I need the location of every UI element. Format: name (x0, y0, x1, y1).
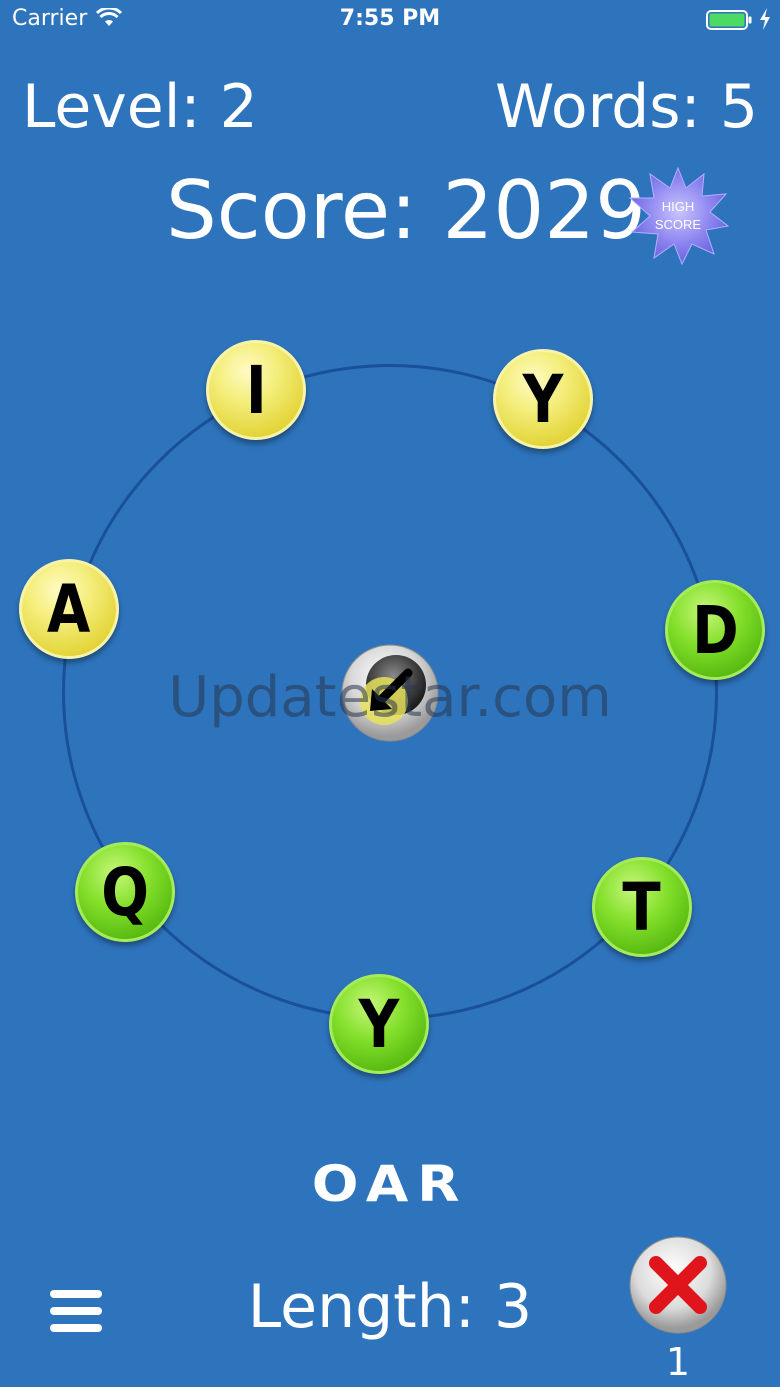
words-count: Words: 5 (495, 72, 758, 142)
tile-letter: A (47, 570, 91, 648)
letter-tile[interactable]: T (592, 857, 692, 957)
high-score-line2: SCORE (654, 217, 702, 232)
tile-letter: Y (522, 360, 564, 438)
tile-letter: Q (101, 853, 149, 931)
high-score-line1: HIGH (661, 199, 695, 214)
battery-icon (706, 10, 752, 30)
status-time: 7:55 PM (339, 6, 441, 31)
letter-tile[interactable]: Q (75, 842, 175, 942)
letter-tile[interactable]: Y (493, 349, 593, 449)
high-score-badge: HIGH SCORE (626, 198, 730, 234)
status-bar: Carrier 7:55 PM (0, 0, 780, 40)
letter-tile[interactable]: D (665, 580, 765, 680)
score-label: Score: 2029 (166, 164, 647, 257)
letter-tile[interactable]: A (19, 559, 119, 659)
letter-tile[interactable]: I (206, 340, 306, 440)
clear-count: 1 (665, 1340, 691, 1384)
tile-letter: T (622, 868, 662, 946)
level-label: Level: 2 (22, 72, 258, 142)
charging-bolt-icon (760, 8, 770, 30)
tile-letter: D (691, 591, 739, 669)
watermark: Updatestar.com (168, 665, 612, 730)
letter-tile[interactable]: Y (329, 974, 429, 1074)
current-word: OAR (311, 1155, 469, 1213)
tile-letter: Y (358, 985, 400, 1063)
clear-word-button[interactable] (628, 1235, 728, 1335)
tile-letter: I (245, 351, 267, 429)
